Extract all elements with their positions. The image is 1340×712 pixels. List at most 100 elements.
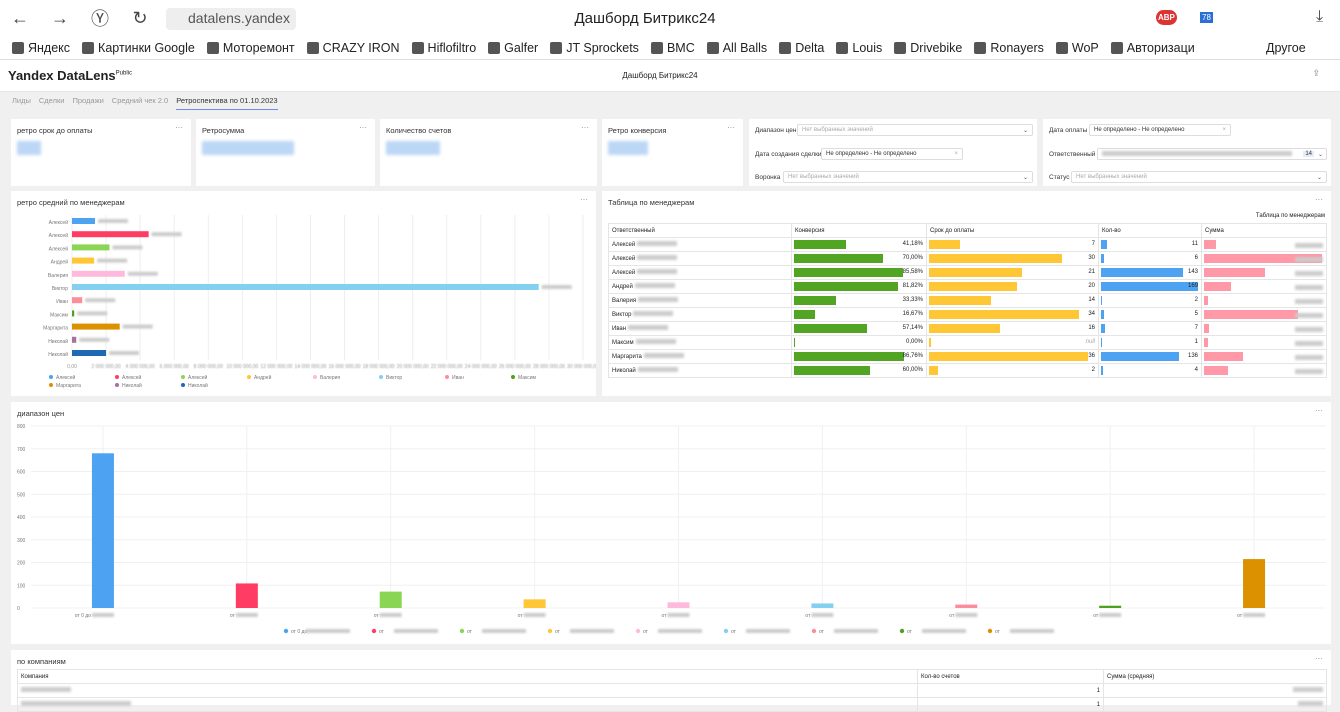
tab-item[interactable]: Продажи — [72, 96, 103, 110]
bar[interactable] — [91, 453, 114, 608]
legend-label[interactable]: Валерия — [320, 375, 340, 381]
bookmark-item[interactable]: Ronayers — [974, 41, 1044, 55]
legend-marker[interactable] — [987, 628, 993, 634]
bookmark-item[interactable]: Delta — [779, 41, 824, 55]
more-icon[interactable]: ··· — [175, 123, 183, 132]
legend-marker[interactable] — [49, 375, 53, 379]
bookmark-item[interactable]: All Balls — [706, 41, 767, 55]
bookmark-item[interactable]: CRAZY IRON — [306, 41, 400, 55]
bookmark-item[interactable]: Hiflofiltro — [411, 41, 476, 55]
legend-marker[interactable] — [635, 628, 641, 634]
legend-marker[interactable] — [459, 628, 465, 634]
col-header[interactable]: Кол-во — [1098, 223, 1202, 238]
tab-item[interactable]: Сделки — [39, 96, 65, 110]
legend-label[interactable]: Николай — [122, 382, 142, 389]
legend-marker[interactable] — [371, 628, 377, 634]
more-icon[interactable]: ··· — [1315, 654, 1323, 663]
bar[interactable] — [72, 231, 149, 238]
legend-marker[interactable] — [49, 383, 53, 387]
deal-date-input[interactable]: Не определено - Не определено × — [821, 148, 963, 160]
adblock-icon[interactable]: ABP — [1156, 10, 1177, 25]
funnel-select[interactable]: Нет выбранных значений ⌄ — [783, 171, 1033, 183]
col-header[interactable]: Ответственный — [608, 223, 792, 238]
legend-marker[interactable] — [899, 628, 905, 634]
tab-item[interactable]: Ретроспектива по 01.10.2023 — [176, 96, 278, 110]
bookmark-item[interactable]: Louis — [836, 41, 882, 55]
legend-marker[interactable] — [445, 375, 449, 379]
more-icon[interactable]: ··· — [581, 123, 589, 132]
bar[interactable] — [72, 310, 75, 317]
bar[interactable] — [72, 336, 77, 343]
bar[interactable] — [72, 257, 95, 264]
legend-marker[interactable] — [379, 375, 383, 379]
bookmark-item[interactable]: Картинки Google — [82, 41, 195, 55]
legend-marker[interactable] — [181, 383, 185, 387]
legend-label[interactable]: от — [819, 629, 825, 635]
bar[interactable] — [955, 604, 978, 608]
legend-label[interactable]: от — [555, 629, 561, 635]
legend-label[interactable]: Андрей — [254, 374, 272, 381]
legend-label[interactable]: Виктор — [386, 375, 402, 381]
legend-label[interactable]: от — [907, 629, 913, 635]
legend-label[interactable]: Иван — [452, 375, 464, 381]
legend-label[interactable]: Алексей — [122, 374, 142, 381]
bar[interactable] — [72, 350, 107, 356]
bookmark-item[interactable]: Drivebike — [894, 41, 962, 55]
bar[interactable] — [1243, 559, 1266, 608]
tab-item[interactable]: Средний чек 2.0 — [112, 96, 168, 110]
legend-marker[interactable] — [283, 628, 289, 634]
legend-label[interactable]: Максим — [518, 375, 537, 381]
responsible-select[interactable]: 14 ⌄ — [1097, 148, 1327, 160]
extension-badge[interactable]: 78 — [1200, 12, 1213, 23]
more-icon[interactable]: ··· — [727, 123, 735, 132]
bar[interactable] — [667, 602, 690, 608]
legend-label[interactable]: от — [995, 629, 1001, 635]
status-select[interactable]: Нет выбранных значений ⌄ — [1071, 171, 1327, 183]
col-count[interactable]: Кол-во счетов — [917, 669, 1104, 684]
bar[interactable] — [72, 218, 95, 224]
legend-marker[interactable] — [115, 375, 119, 379]
legend-label[interactable]: от — [379, 629, 385, 635]
legend-marker[interactable] — [247, 375, 251, 379]
price-range-select[interactable]: Нет выбранных значений ⌄ — [797, 124, 1033, 136]
bar[interactable] — [1099, 605, 1122, 608]
legend-label[interactable]: Алексей — [56, 374, 76, 381]
legend-marker[interactable] — [313, 375, 317, 379]
col-company[interactable]: Компания — [17, 669, 918, 684]
bar[interactable] — [811, 603, 834, 608]
bar[interactable] — [72, 284, 539, 290]
more-icon[interactable]: ··· — [1315, 195, 1323, 204]
legend-label[interactable]: Маргарита — [56, 383, 81, 389]
col-header[interactable]: Конверсия — [791, 223, 927, 238]
bookmark-item[interactable]: WoP — [1055, 41, 1099, 55]
download-icon[interactable]: ⤓ — [1316, 8, 1323, 26]
bar[interactable] — [72, 323, 120, 330]
bar[interactable] — [523, 599, 546, 608]
legend-marker[interactable] — [811, 628, 817, 634]
bookmark-item[interactable]: Яндекс — [12, 41, 70, 55]
pay-date-input[interactable]: Не определено - Не определено × — [1089, 124, 1231, 136]
bar[interactable] — [72, 270, 125, 277]
col-header[interactable]: Сумма — [1201, 223, 1327, 238]
more-icon[interactable]: ··· — [359, 123, 367, 132]
legend-label[interactable]: Алексей — [188, 374, 208, 381]
legend-marker[interactable] — [547, 628, 553, 634]
bookmark-item[interactable]: Моторемонт — [206, 41, 295, 55]
other-bookmarks[interactable]: Другое — [1266, 41, 1306, 55]
legend-label[interactable]: Николай — [188, 382, 208, 389]
bookmark-item[interactable]: BMC — [650, 41, 695, 55]
col-sum[interactable]: Сумма (средняя) — [1103, 669, 1327, 684]
bar[interactable] — [72, 297, 83, 304]
bookmark-item[interactable]: Авторизаци — [1110, 41, 1195, 55]
bar[interactable] — [379, 591, 402, 608]
bar[interactable] — [72, 244, 110, 251]
legend-marker[interactable] — [115, 383, 119, 387]
legend-label[interactable]: от — [731, 629, 737, 635]
bookmark-item[interactable]: JT Sprockets — [550, 41, 639, 55]
col-header[interactable]: Срок до оплаты — [926, 223, 1099, 238]
legend-marker[interactable] — [511, 375, 515, 379]
legend-label[interactable]: от 0 до — [291, 629, 307, 635]
legend-marker[interactable] — [723, 628, 729, 634]
legend-label[interactable]: от — [467, 629, 473, 635]
bookmark-item[interactable]: Galfer — [488, 41, 538, 55]
